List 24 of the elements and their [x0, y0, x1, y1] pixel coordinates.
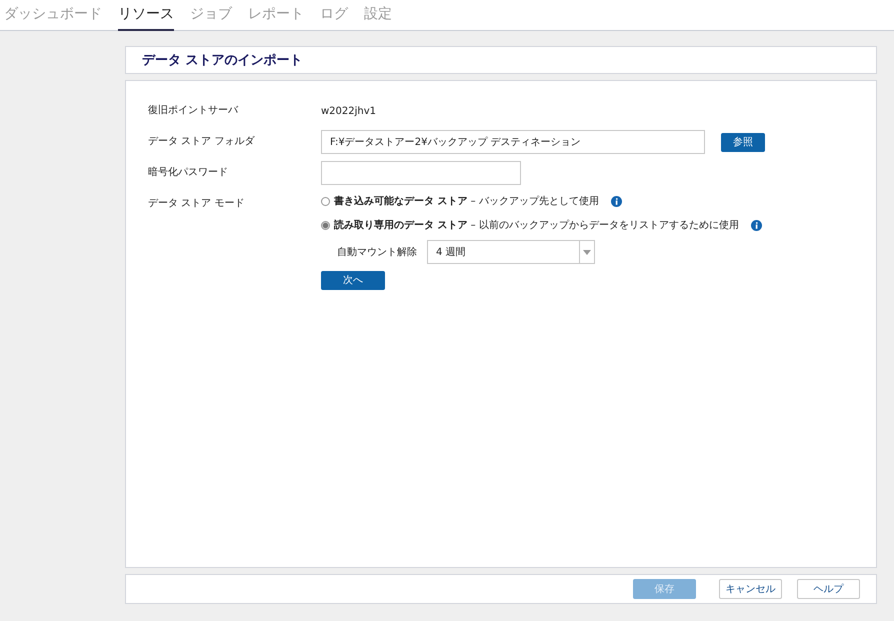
dropdown-value: 4 週間: [435, 246, 467, 259]
unmount-dropdown[interactable]: 4 週間: [427, 240, 595, 264]
next-button[interactable]: 次へ: [321, 270, 385, 290]
field-label: 暗号化パスワード: [148, 166, 229, 180]
radio-button[interactable]: [321, 196, 330, 206]
field-label: データ ストア フォルダ: [148, 135, 256, 149]
folder-field[interactable]: F:¥データストアー2¥バックアップ デスティネーション: [321, 130, 705, 154]
footer-button[interactable]: ヘルプ: [797, 579, 860, 599]
option-label[interactable]: 読み取り専用のデータ ストア – 以前のバックアップからデータをリストアするために使用: [334, 218, 739, 232]
info-icon[interactable]: [610, 196, 622, 206]
page-title: データ ストアのインポート: [142, 52, 303, 69]
field-label: 復旧ポイントサーバ: [148, 104, 240, 118]
dropdown-caret-icon[interactable]: [579, 241, 594, 263]
nav-tab[interactable]: リソース: [118, 5, 174, 31]
radio-button[interactable]: [321, 220, 330, 230]
browse-button[interactable]: 参照: [721, 132, 765, 152]
password-field[interactable]: [321, 161, 521, 185]
option-label[interactable]: 書き込み可能なデータ ストア – バックアップ先として使用: [334, 194, 599, 208]
info-icon[interactable]: [750, 220, 762, 230]
field-label: 自動マウント解除: [337, 246, 417, 259]
field-label: データ ストア モード: [148, 197, 246, 211]
footer-button[interactable]: キャンセル: [719, 579, 782, 599]
server-name: w2022jhv1: [321, 106, 376, 116]
footer-button: 保存: [633, 579, 696, 599]
